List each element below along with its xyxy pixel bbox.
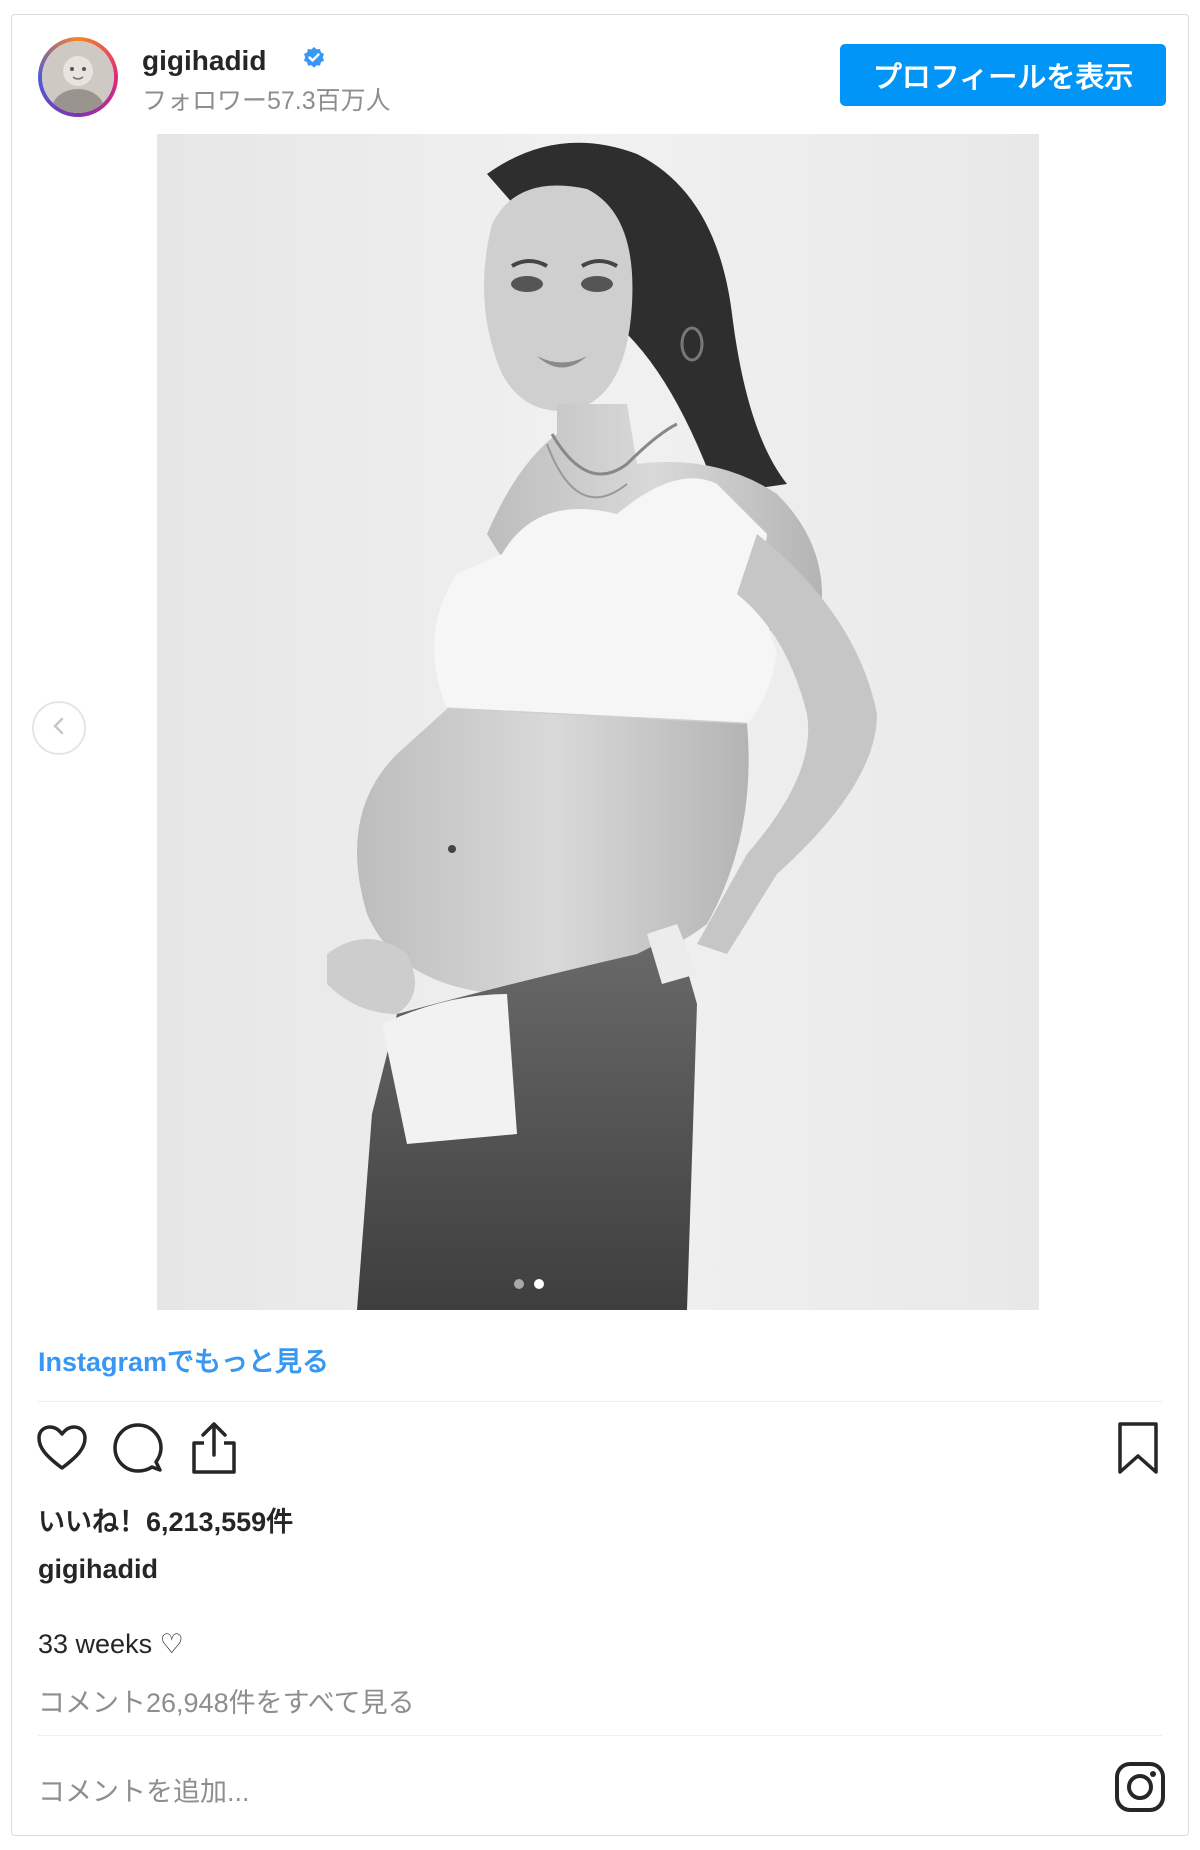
carousel-dot-2 [534, 1279, 544, 1289]
comment-icon [112, 1422, 164, 1479]
heart-icon [36, 1424, 88, 1477]
like-button[interactable] [32, 1420, 92, 1480]
view-more-on-instagram-link[interactable]: Instagramでもっと見る [38, 1340, 329, 1379]
carousel-dot-1 [514, 1279, 524, 1289]
action-bar [12, 1420, 1188, 1490]
carousel-prev-button[interactable] [32, 701, 86, 755]
share-icon [189, 1421, 239, 1480]
chevron-left-icon [49, 716, 69, 741]
comment-button[interactable] [108, 1420, 168, 1480]
instagram-icon[interactable] [1114, 1761, 1166, 1813]
like-count[interactable]: いいね！6,213,559件 [38, 1500, 293, 1539]
username[interactable]: gigihadid [142, 45, 266, 77]
instagram-embed-card: gigihadid フォロワー57.3百万人 プロフィールを表示 Instagr… [11, 14, 1189, 1836]
divider [38, 1401, 1162, 1402]
divider [38, 1735, 1162, 1736]
caption-text: 33 weeks ♡ [38, 1629, 184, 1659]
view-all-comments-link[interactable]: コメント26,948件をすべて見る [38, 1681, 415, 1720]
verified-badge-icon [302, 46, 326, 75]
post-header: gigihadid フォロワー57.3百万人 プロフィールを表示 [12, 15, 1188, 140]
follower-count: フォロワー57.3百万人 [142, 87, 391, 115]
post-photo[interactable] [157, 134, 1039, 1310]
avatar[interactable] [38, 37, 118, 117]
view-profile-button[interactable]: プロフィールを表示 [840, 44, 1166, 106]
add-comment-field[interactable]: コメントを追加... [38, 1770, 250, 1809]
bookmark-button[interactable] [1108, 1420, 1168, 1480]
share-button[interactable] [184, 1420, 244, 1480]
bookmark-icon [1116, 1421, 1160, 1480]
caption-username[interactable]: gigihadid [38, 1554, 158, 1585]
